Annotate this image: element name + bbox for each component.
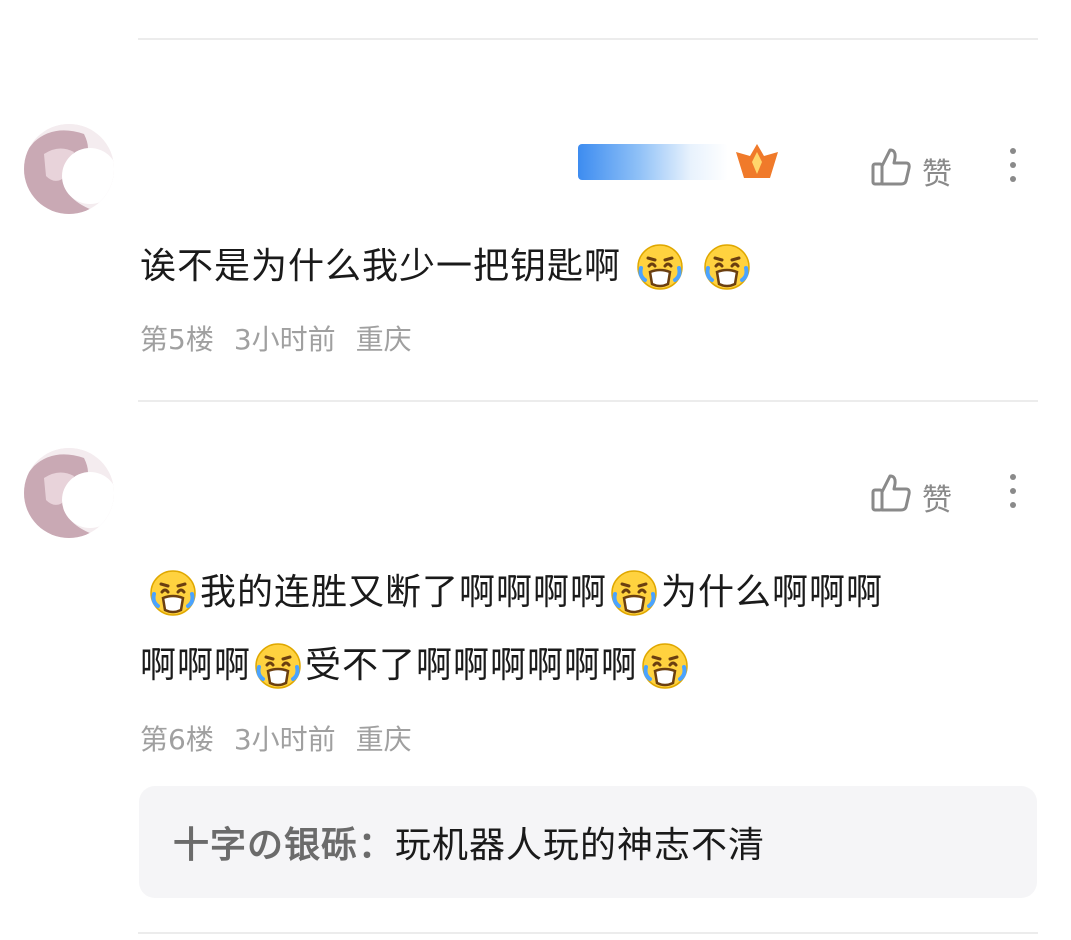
timestamp: 3小时前 (233, 323, 336, 356)
crying-face-emoji (702, 242, 752, 292)
comment-body-part: 我的连胜又断了啊啊啊啊 (200, 572, 608, 613)
comment-body: 诶不是为什么我少一把钥匙啊 (140, 246, 622, 287)
avatar[interactable] (24, 124, 114, 214)
more-vertical-icon (1010, 474, 1016, 480)
avatar[interactable] (24, 448, 114, 538)
crying-face-emoji (148, 568, 198, 618)
like-label: 赞 (922, 483, 952, 518)
timestamp: 3小时前 (233, 723, 336, 756)
reply-author[interactable]: 十字の银砾： (173, 816, 395, 868)
comment-text: 诶不是为什么我少一把钥匙啊 (140, 230, 1020, 303)
comment-body-part: 啊啊啊 (140, 645, 252, 686)
floor-number: 第5楼 (140, 323, 214, 356)
reply-text: 玩机器人玩的神志不清 (395, 825, 766, 866)
divider-bottom (138, 932, 1038, 934)
like-button[interactable]: 赞 (870, 146, 952, 196)
location: 重庆 (355, 723, 412, 756)
level-badge (578, 144, 728, 180)
crying-face-emoji (640, 641, 690, 691)
thumbs-up-icon (870, 472, 912, 522)
like-button[interactable]: 赞 (870, 472, 952, 522)
more-vertical-icon (1010, 148, 1016, 154)
crying-face-emoji (609, 568, 659, 618)
location: 重庆 (355, 323, 412, 356)
level-badge-icon (734, 142, 780, 186)
more-menu-button[interactable] (1003, 474, 1023, 508)
like-label: 赞 (922, 157, 952, 192)
reply-preview[interactable]: 十字の银砾： 玩机器人玩的神志不清 (139, 786, 1037, 898)
divider-top (138, 38, 1038, 40)
comment-line: 啊啊啊 受不了啊啊啊啊啊啊 (140, 629, 1046, 702)
more-menu-button[interactable] (1003, 148, 1023, 182)
comment-text: 我的连胜又断了啊啊啊啊 为什么啊啊啊 啊啊啊 受不了啊啊啊啊啊啊 (140, 556, 1046, 702)
crying-face-emoji (635, 242, 685, 292)
floor-number: 第6楼 (140, 723, 214, 756)
comment-meta: 第5楼 3小时前 重庆 (140, 318, 412, 358)
comment-body-part: 为什么啊啊啊 (661, 572, 884, 613)
comment-line: 我的连胜又断了啊啊啊啊 为什么啊啊啊 (146, 556, 1046, 629)
comment-meta: 第6楼 3小时前 重庆 (140, 718, 412, 758)
thumbs-up-icon (870, 146, 912, 196)
divider (138, 400, 1038, 402)
crying-face-emoji (253, 641, 303, 691)
comment-body-part: 受不了啊啊啊啊啊啊 (305, 645, 639, 686)
